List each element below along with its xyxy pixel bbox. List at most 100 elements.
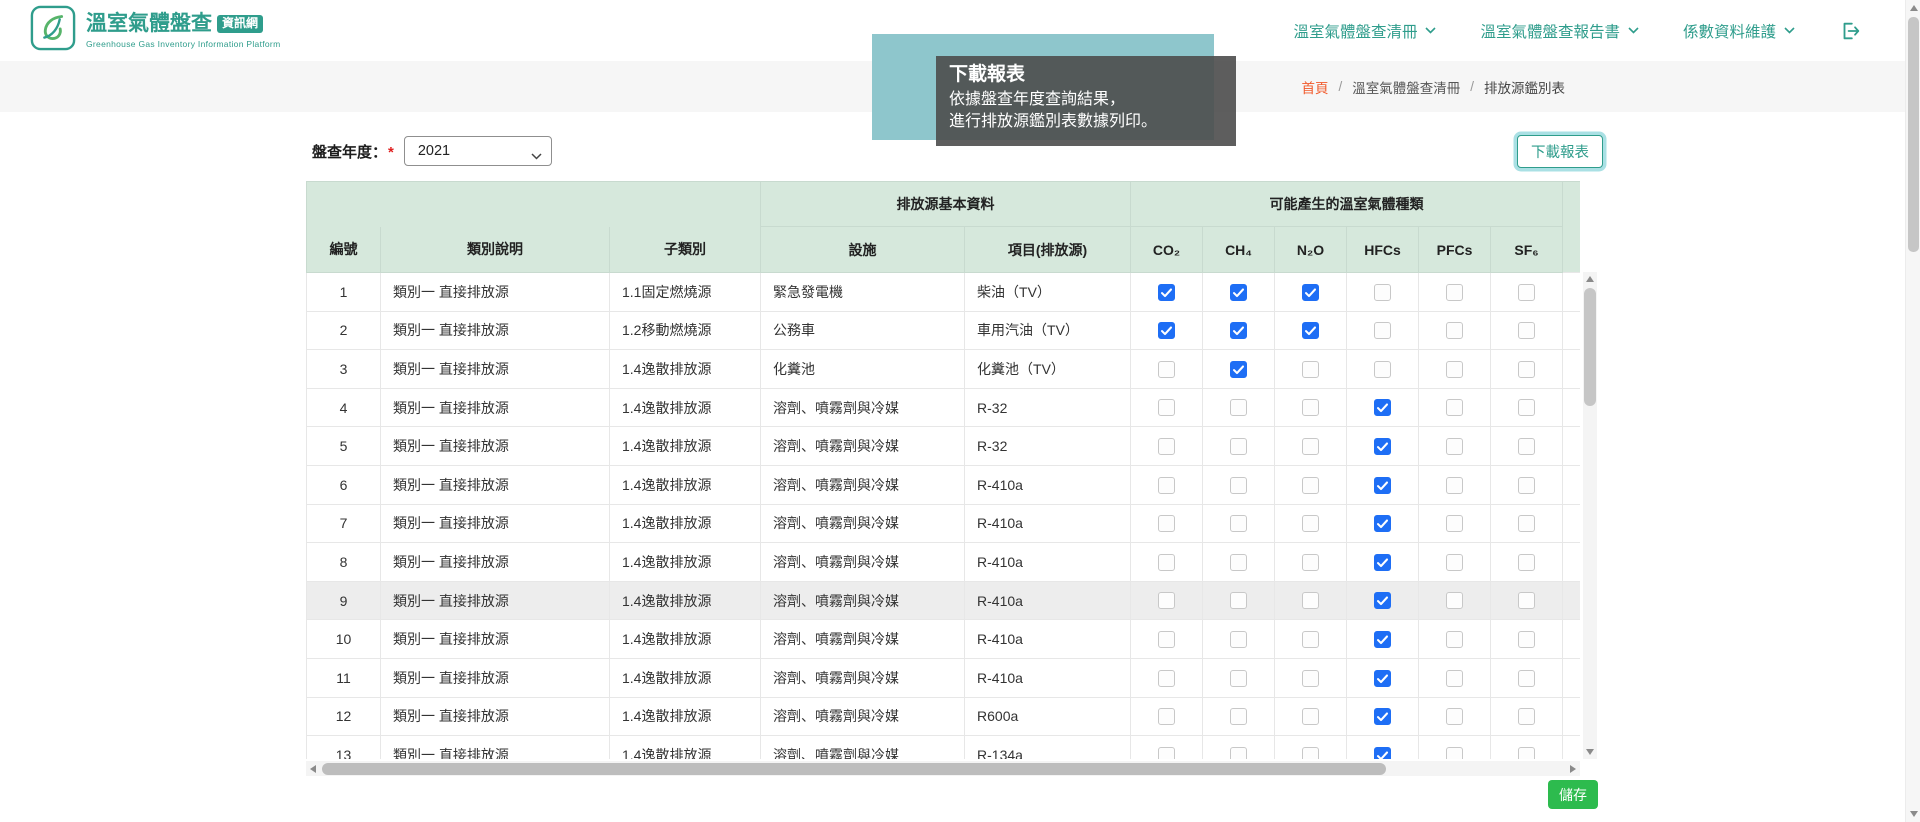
gas-checkbox[interactable] bbox=[1518, 284, 1535, 301]
nav-item-report[interactable]: 溫室氣體盤查報告書 bbox=[1480, 20, 1639, 42]
page-scrollbar-thumb[interactable] bbox=[1908, 17, 1919, 252]
scroll-right-arrow[interactable] bbox=[1570, 765, 1576, 773]
table-vertical-scrollbar[interactable] bbox=[1583, 272, 1597, 759]
gas-checkbox[interactable] bbox=[1302, 438, 1319, 455]
gas-checkbox[interactable] bbox=[1446, 438, 1463, 455]
gas-checkbox-checked[interactable] bbox=[1374, 399, 1391, 416]
gas-checkbox[interactable] bbox=[1518, 515, 1535, 532]
table-horizontal-scrollbar[interactable] bbox=[306, 761, 1580, 776]
gas-checkbox[interactable] bbox=[1374, 322, 1391, 339]
scroll-down-arrow[interactable] bbox=[1910, 811, 1918, 817]
gas-checkbox[interactable] bbox=[1230, 592, 1247, 609]
breadcrumb-home-link[interactable]: 首頁 bbox=[1301, 77, 1328, 97]
nav-item-coefficient[interactable]: 係數資料維護 bbox=[1683, 20, 1795, 42]
gas-checkbox-checked[interactable] bbox=[1302, 284, 1319, 301]
nav-item-inventory[interactable]: 溫室氣體盤查清冊 bbox=[1293, 20, 1436, 42]
gas-checkbox[interactable] bbox=[1230, 631, 1247, 648]
gas-checkbox[interactable] bbox=[1230, 670, 1247, 687]
gas-checkbox-checked[interactable] bbox=[1230, 361, 1247, 378]
gas-checkbox[interactable] bbox=[1518, 399, 1535, 416]
gas-checkbox-checked[interactable] bbox=[1374, 708, 1391, 725]
gas-checkbox[interactable] bbox=[1446, 747, 1463, 759]
gas-checkbox[interactable] bbox=[1518, 361, 1535, 378]
gas-checkbox[interactable] bbox=[1446, 592, 1463, 609]
gas-checkbox[interactable] bbox=[1374, 361, 1391, 378]
gas-checkbox[interactable] bbox=[1302, 361, 1319, 378]
gas-checkbox[interactable] bbox=[1158, 708, 1175, 725]
gas-checkbox[interactable] bbox=[1158, 631, 1175, 648]
gas-checkbox[interactable] bbox=[1158, 747, 1175, 759]
scroll-down-arrow[interactable] bbox=[1586, 749, 1594, 755]
breadcrumb-item-inventory[interactable]: 溫室氣體盤查清冊 bbox=[1352, 77, 1460, 97]
year-select[interactable]: 2021 bbox=[404, 136, 552, 166]
gas-checkbox-checked[interactable] bbox=[1374, 438, 1391, 455]
vertical-scrollbar-thumb[interactable] bbox=[1584, 288, 1596, 406]
gas-checkbox-checked[interactable] bbox=[1158, 322, 1175, 339]
gas-checkbox-checked[interactable] bbox=[1230, 322, 1247, 339]
logo[interactable]: 溫室氣體盤查 資訊網 Greenhouse Gas Inventory Info… bbox=[30, 5, 280, 56]
gas-checkbox[interactable] bbox=[1446, 361, 1463, 378]
logout-icon[interactable] bbox=[1839, 20, 1861, 42]
gas-checkbox[interactable] bbox=[1446, 322, 1463, 339]
gas-checkbox[interactable] bbox=[1302, 477, 1319, 494]
gas-checkbox-checked[interactable] bbox=[1230, 284, 1247, 301]
gas-checkbox[interactable] bbox=[1230, 438, 1247, 455]
gas-checkbox[interactable] bbox=[1518, 477, 1535, 494]
gas-checkbox[interactable] bbox=[1446, 708, 1463, 725]
gas-checkbox[interactable] bbox=[1158, 361, 1175, 378]
gas-checkbox[interactable] bbox=[1230, 747, 1247, 759]
gas-checkbox[interactable] bbox=[1446, 284, 1463, 301]
gas-checkbox[interactable] bbox=[1230, 399, 1247, 416]
gas-checkbox[interactable] bbox=[1518, 592, 1535, 609]
gas-checkbox-checked[interactable] bbox=[1374, 670, 1391, 687]
gas-checkbox[interactable] bbox=[1518, 708, 1535, 725]
gas-checkbox[interactable] bbox=[1158, 592, 1175, 609]
gas-checkbox[interactable] bbox=[1230, 515, 1247, 532]
gas-checkbox-checked[interactable] bbox=[1374, 515, 1391, 532]
gas-checkbox[interactable] bbox=[1302, 631, 1319, 648]
gas-checkbox[interactable] bbox=[1158, 399, 1175, 416]
gas-checkbox[interactable] bbox=[1518, 438, 1535, 455]
gas-checkbox[interactable] bbox=[1158, 670, 1175, 687]
gas-checkbox[interactable] bbox=[1230, 554, 1247, 571]
gas-checkbox[interactable] bbox=[1446, 554, 1463, 571]
gas-checkbox[interactable] bbox=[1518, 670, 1535, 687]
gas-checkbox[interactable] bbox=[1230, 477, 1247, 494]
gas-checkbox-checked[interactable] bbox=[1374, 477, 1391, 494]
gas-checkbox-checked[interactable] bbox=[1374, 631, 1391, 648]
gas-checkbox[interactable] bbox=[1302, 670, 1319, 687]
gas-checkbox[interactable] bbox=[1158, 515, 1175, 532]
gas-checkbox-checked[interactable] bbox=[1158, 284, 1175, 301]
page-scrollbar[interactable] bbox=[1905, 0, 1920, 822]
gas-checkbox[interactable] bbox=[1374, 284, 1391, 301]
gas-checkbox-checked[interactable] bbox=[1374, 554, 1391, 571]
scroll-up-arrow[interactable] bbox=[1586, 276, 1594, 282]
gas-checkbox[interactable] bbox=[1518, 631, 1535, 648]
gas-checkbox[interactable] bbox=[1302, 708, 1319, 725]
gas-checkbox[interactable] bbox=[1446, 399, 1463, 416]
save-button[interactable]: 儲存 bbox=[1548, 780, 1598, 809]
gas-checkbox[interactable] bbox=[1446, 515, 1463, 532]
gas-checkbox[interactable] bbox=[1302, 592, 1319, 609]
gas-checkbox[interactable] bbox=[1446, 670, 1463, 687]
gas-checkbox[interactable] bbox=[1518, 554, 1535, 571]
gas-checkbox[interactable] bbox=[1158, 438, 1175, 455]
gas-checkbox-checked[interactable] bbox=[1374, 747, 1391, 759]
gas-checkbox[interactable] bbox=[1518, 747, 1535, 759]
gas-checkbox[interactable] bbox=[1158, 477, 1175, 494]
horizontal-scrollbar-thumb[interactable] bbox=[322, 763, 1386, 775]
scroll-up-arrow[interactable] bbox=[1910, 5, 1918, 11]
gas-checkbox[interactable] bbox=[1302, 747, 1319, 759]
gas-checkbox-checked[interactable] bbox=[1374, 592, 1391, 609]
gas-checkbox[interactable] bbox=[1302, 554, 1319, 571]
gas-checkbox[interactable] bbox=[1158, 554, 1175, 571]
gas-checkbox[interactable] bbox=[1446, 477, 1463, 494]
gas-checkbox[interactable] bbox=[1518, 322, 1535, 339]
gas-checkbox[interactable] bbox=[1446, 631, 1463, 648]
download-report-button[interactable]: 下載報表 bbox=[1517, 135, 1603, 168]
gas-checkbox-checked[interactable] bbox=[1302, 322, 1319, 339]
gas-checkbox[interactable] bbox=[1302, 515, 1319, 532]
gas-checkbox[interactable] bbox=[1230, 708, 1247, 725]
scroll-left-arrow[interactable] bbox=[310, 765, 316, 773]
gas-checkbox[interactable] bbox=[1302, 399, 1319, 416]
